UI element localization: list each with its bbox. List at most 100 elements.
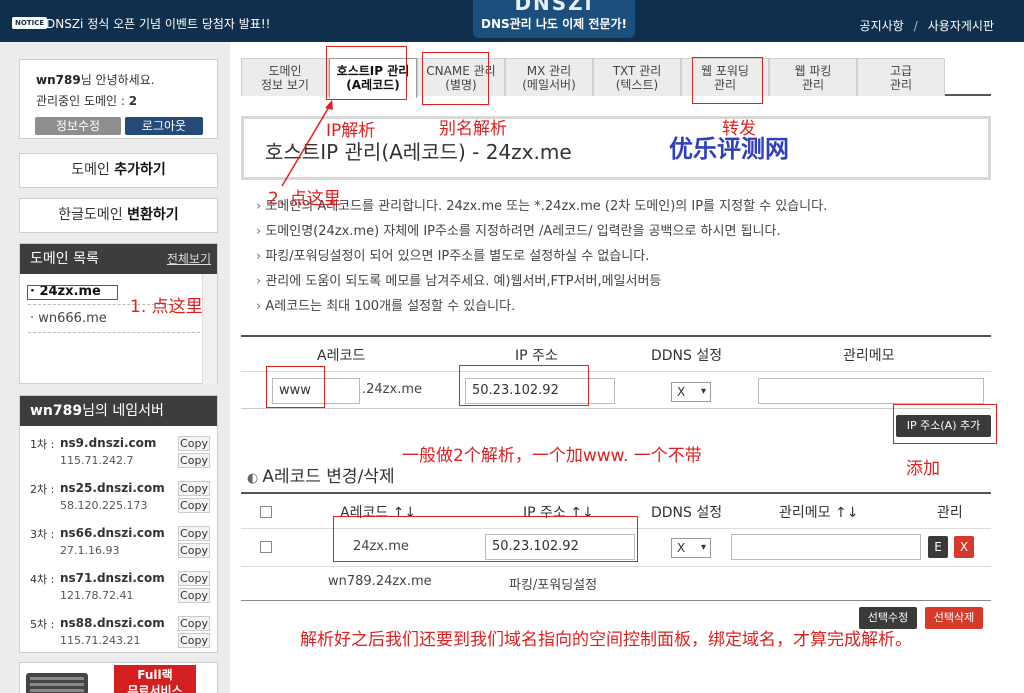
- arrow-head: [325, 100, 333, 110]
- copy-ip-button[interactable]: Copy: [178, 543, 210, 558]
- section-title: ◐ A레코드 변경/삭제: [247, 462, 395, 487]
- annotation-add: 添加: [906, 459, 940, 479]
- row-checkbox[interactable]: [260, 541, 272, 553]
- highlight-box: [266, 366, 325, 408]
- notice-link[interactable]: DNSZi 정식 오픈 기념 이벤트 당첨자 발표!!: [46, 15, 270, 32]
- info-line: 도메인명(24zx.me) 자체에 IP주소를 지정하려면 /A레코드/ 입력란…: [256, 220, 780, 239]
- ddns-select[interactable]: X: [671, 382, 711, 402]
- copy-ip-button[interactable]: Copy: [178, 498, 210, 513]
- list-scrollbar[interactable]: [202, 274, 217, 384]
- tab-domain-info[interactable]: 도메인 정보 보기: [241, 58, 329, 96]
- ns-title-suffix: 님의 네임서버: [82, 403, 164, 419]
- greeting: wn789님 안녕하세요.: [36, 71, 155, 88]
- parking-record: wn789.24zx.me: [328, 574, 432, 589]
- select-all-checkbox[interactable]: [260, 506, 272, 518]
- link-separator: /: [913, 19, 918, 33]
- tab-advanced[interactable]: 고급 관리: [857, 58, 945, 96]
- domain-suffix: .24zx.me: [362, 382, 422, 397]
- ns-ip: 115.71.242.7: [60, 454, 134, 467]
- section-title-text: A레코드 변경/삭제: [262, 467, 395, 487]
- tab-line2: (텍스트): [615, 78, 659, 92]
- view-all-link[interactable]: 전체보기: [167, 244, 211, 274]
- ns-host: ns25.dnszi.com: [60, 481, 165, 495]
- memo-input[interactable]: [758, 378, 984, 404]
- tab-line1: 도메인: [268, 64, 302, 78]
- add-domain-button[interactable]: 도메인 추가하기: [19, 153, 218, 188]
- annotation-ip-resolve: IP解析: [326, 121, 376, 141]
- left-sidebar: wn789님 안녕하세요. 관리중인 도메인 : 2 정보수정 로그아웃 도메인…: [0, 42, 230, 693]
- highlight-box: [459, 365, 589, 406]
- highlight-box: [422, 52, 489, 105]
- highlight-box: [333, 516, 638, 562]
- highlight-box: [27, 285, 118, 300]
- add-domain-prefix: 도메인: [71, 162, 115, 178]
- ns-host: ns9.dnszi.com: [60, 436, 157, 450]
- top-links: 공지사항 / 사용자게시판: [860, 17, 994, 34]
- info-line: 관리에 도움이 되도록 메모를 남겨주세요. 예)웹서버,FTP서버,메일서버등: [256, 270, 661, 289]
- parking-note: 파킹/포워딩설정: [509, 578, 598, 593]
- row-divider: [241, 371, 991, 372]
- tab-web-parking[interactable]: 웹 파킹 관리: [769, 58, 857, 96]
- hangul-prefix: 한글도메인: [58, 207, 128, 223]
- domain-item-label: wn666.me: [38, 311, 107, 326]
- hangul-bold: 변환하기: [127, 207, 179, 223]
- ns-host: ns66.dnszi.com: [60, 526, 165, 540]
- ns-ip: 115.71.243.21: [60, 634, 141, 647]
- copy-host-button[interactable]: Copy: [178, 616, 210, 631]
- add-record-form: A레코드 IP 주소 DDNS 설정 관리메모 www .24zx.me 50.…: [241, 335, 991, 409]
- list-header-memo[interactable]: 관리메모 ↑↓: [779, 502, 858, 522]
- tab-line1: MX 관리: [526, 64, 572, 78]
- promo-banner[interactable]: Full랙 무료서비스: [19, 662, 218, 693]
- row-edit-button[interactable]: E: [928, 536, 948, 558]
- row-delete-button[interactable]: X: [954, 536, 974, 558]
- brand-tab[interactable]: DNSZi DNS관리 나도 이제 전문가!: [473, 0, 635, 38]
- domain-list-header: 도메인 목록 전체보기: [20, 244, 217, 274]
- col-header-record: A레코드: [317, 348, 366, 364]
- copy-host-button[interactable]: Copy: [178, 571, 210, 586]
- ns-ip: 27.1.16.93: [60, 544, 120, 557]
- promo-label: Full랙 무료서비스: [114, 665, 196, 693]
- row-ddns-select[interactable]: X: [671, 538, 711, 558]
- copy-host-button[interactable]: Copy: [178, 436, 210, 451]
- username: wn789: [36, 73, 81, 87]
- greeting-suffix: 님 안녕하세요.: [80, 73, 155, 87]
- col-header-memo: 관리메모: [843, 348, 895, 364]
- edit-info-button[interactable]: 정보수정: [35, 117, 121, 135]
- annotation-step2: 2. 点这里: [268, 189, 341, 209]
- delete-selected-button[interactable]: 선택삭제: [925, 607, 983, 629]
- tab-line2: 정보 보기: [261, 78, 309, 92]
- row-memo-input[interactable]: [731, 534, 921, 560]
- ns-label: 1차 :: [30, 438, 55, 451]
- copy-ip-button[interactable]: Copy: [178, 588, 210, 603]
- tab-line2: 관리: [801, 78, 825, 92]
- tab-line1: 고급: [889, 64, 913, 78]
- watermark-text: 优乐评测网: [669, 135, 789, 163]
- copy-host-button[interactable]: Copy: [178, 481, 210, 496]
- copy-ip-button[interactable]: Copy: [178, 633, 210, 648]
- notice-board-link[interactable]: 공지사항: [860, 19, 904, 33]
- site-slogan: DNS관리 나도 이제 전문가!: [480, 17, 627, 31]
- tab-line2: (메일서버): [522, 78, 576, 92]
- domain-count-line: 관리중인 도메인 : 2: [36, 92, 137, 109]
- table-bottom: [241, 600, 991, 601]
- notice-badge: NOTICE: [12, 17, 48, 29]
- user-board-link[interactable]: 사용자게시판: [928, 19, 994, 33]
- domain-count-label: 관리중인 도메인 :: [36, 94, 129, 108]
- tab-txt[interactable]: TXT 관리 (텍스트): [593, 58, 681, 96]
- tab-mx[interactable]: MX 관리 (메일서버): [505, 58, 593, 96]
- highlight-box: [893, 404, 997, 444]
- annotation-step1: 1. 点这里: [130, 297, 203, 317]
- domain-item-wn666[interactable]: · wn666.me: [30, 311, 107, 326]
- logout-button[interactable]: 로그아웃: [125, 117, 203, 135]
- list-header-ddns: DDNS 설정: [651, 505, 723, 521]
- convert-hangul-domain-button[interactable]: 한글도메인 변환하기: [19, 198, 218, 233]
- highlight-box: [326, 46, 407, 100]
- ns-host: ns88.dnszi.com: [60, 616, 165, 630]
- page-title: 호스트IP 관리(A레코드) - 24zx.me: [265, 140, 572, 164]
- copy-ip-button[interactable]: Copy: [178, 453, 210, 468]
- copy-host-button[interactable]: Copy: [178, 526, 210, 541]
- site-logo[interactable]: DNSZi: [473, 0, 635, 12]
- row-divider: [241, 566, 991, 567]
- top-header-bar: NOTICE DNSZi 정식 오픈 기념 이벤트 당첨자 발표!! DNSZi…: [0, 0, 1024, 42]
- highlight-box: [692, 57, 763, 104]
